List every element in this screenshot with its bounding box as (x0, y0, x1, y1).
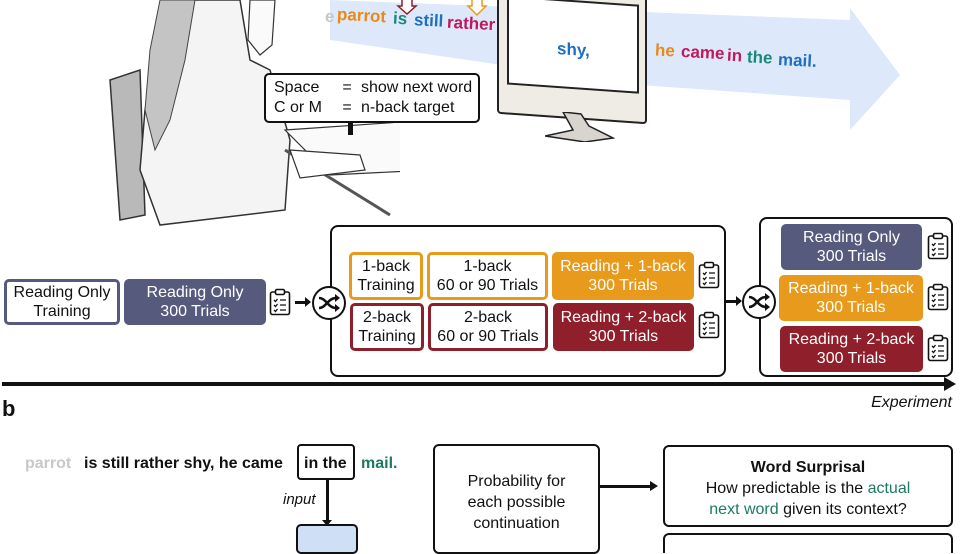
shuffle-icon (312, 286, 346, 320)
clipboard-icon (927, 232, 949, 260)
language-model-box (296, 524, 358, 554)
question-highlight: next word (709, 501, 779, 518)
sentence-context: is still rather shy, he came (84, 455, 283, 472)
stream-word: is (392, 8, 408, 29)
monitor-screen: shy, (507, 0, 639, 94)
question-highlight: actual (867, 480, 911, 497)
box-line: 2-back (362, 309, 412, 326)
stream-word: parrot (336, 4, 387, 27)
box-line: Training (33, 303, 91, 320)
word-surprisal-question-cont: next word given its context? (665, 499, 951, 520)
sentence-faded-word: parrot (25, 455, 72, 472)
question-text: given its context? (778, 501, 907, 518)
experiment-axis-label: Experiment (871, 394, 952, 411)
box-line: Reading + 2-back (560, 309, 687, 326)
box-line: 300 Trials (160, 303, 230, 320)
arrow-head-icon (305, 297, 311, 307)
question-text: How predictable is the (705, 480, 868, 497)
box-line: 300 Trials (588, 328, 659, 345)
stream-word: came (680, 41, 725, 64)
stage3-reading-2back: Reading + 2-back 300 Trials (780, 326, 923, 372)
stage2-group (330, 225, 726, 377)
stream-word: the (746, 47, 774, 68)
box-line: Training (358, 328, 416, 345)
box-line: 300 Trials (816, 248, 887, 265)
box-line: 300 Trials (816, 350, 887, 367)
box-line: 300 Trials (816, 299, 886, 316)
axis-arrow-head-icon (944, 377, 956, 391)
key-legend-row: C or M = n-back target (274, 98, 478, 118)
clipboard-icon (698, 261, 720, 289)
probability-arrow-shaft (600, 485, 652, 488)
panel-b-label: b (2, 396, 16, 421)
stage3-reading-only: Reading Only 300 Trials (781, 224, 922, 270)
stream-word: he (654, 40, 676, 61)
clipboard-icon (927, 334, 949, 362)
shuffle-icon (742, 285, 776, 319)
box-line: 1-back (463, 258, 512, 275)
stage1-reading-only-trials: Reading Only 300 Trials (124, 279, 266, 325)
experiment-axis (2, 382, 946, 386)
key-name: Space (274, 79, 320, 96)
probability-arrow-head-icon (650, 481, 658, 491)
stream-word: rather (446, 12, 496, 35)
input-arrow-shaft (326, 480, 329, 522)
box-line: Reading Only (803, 229, 900, 246)
box-line: Reading + 1-back (788, 280, 914, 297)
box-line: Reading Only (146, 284, 244, 301)
box-line: Reading Only (13, 284, 111, 301)
key-name: C or M (274, 99, 322, 116)
clipboard-icon (927, 283, 949, 311)
key-legend: Space = show next word C or M = n-back t… (264, 73, 480, 123)
input-label: input (283, 491, 316, 508)
key-action: show next word (361, 79, 473, 96)
stream-word: in (726, 45, 743, 66)
box-line: 300 Trials (588, 277, 658, 294)
stage2-2back-trials: 2-back 60 or 90 Trials (428, 303, 548, 351)
stream-word: mail. (777, 49, 818, 72)
probability-line: each possible (467, 494, 566, 511)
stage2-1back-trials: 1-back 60 or 90 Trials (427, 252, 548, 300)
key-action: n-back target (361, 99, 455, 116)
sentence-window: in the (304, 455, 347, 472)
stage2-reading-1back: Reading + 1-back 300 Trials (552, 252, 694, 300)
stage2-1back-training: 1-back Training (349, 252, 423, 300)
box-line: 60 or 90 Trials (436, 277, 539, 294)
key-equals: = (342, 99, 352, 116)
box-line: Reading + 2-back (788, 331, 915, 348)
clipboard-icon (269, 288, 291, 316)
box-line: 60 or 90 Trials (437, 328, 539, 345)
monitor: shy, (497, 0, 647, 125)
word-surprisal-question: How predictable is the actual (665, 478, 951, 499)
stage1-reading-only-training: Reading Only Training (4, 279, 120, 325)
person-face (247, 0, 276, 56)
probability-box: Probability for each possible continuati… (433, 444, 600, 554)
monitor-stand (545, 112, 615, 142)
box-line: 1-back (361, 258, 411, 275)
probability-line: continuation (473, 515, 560, 532)
box-line: Training (357, 277, 415, 294)
stage2-2back-training: 2-back Training (350, 303, 424, 351)
word-surprisal-title: Word Surprisal (750, 459, 866, 476)
next-panel-box (663, 533, 953, 553)
key-equals: = (342, 79, 352, 96)
word-surprisal-box: Word Surprisal How predictable is the ac… (663, 445, 953, 527)
stream-word: e (324, 6, 335, 27)
clipboard-icon (698, 311, 720, 339)
chair-back (109, 68, 146, 221)
box-line: 2-back (463, 309, 512, 326)
probability-line: Probability for (467, 473, 566, 490)
stage3-reading-1back: Reading + 1-back 300 Trials (779, 275, 923, 321)
stream-word: still (413, 10, 444, 31)
key-legend-row: Space = show next word (274, 78, 478, 98)
sentence-target-word: mail. (361, 455, 398, 472)
screen-word: shy, (557, 38, 590, 61)
box-line: Reading + 1-back (560, 258, 686, 275)
key-legend-pointer (348, 123, 353, 135)
stage2-reading-2back: Reading + 2-back 300 Trials (553, 303, 694, 351)
